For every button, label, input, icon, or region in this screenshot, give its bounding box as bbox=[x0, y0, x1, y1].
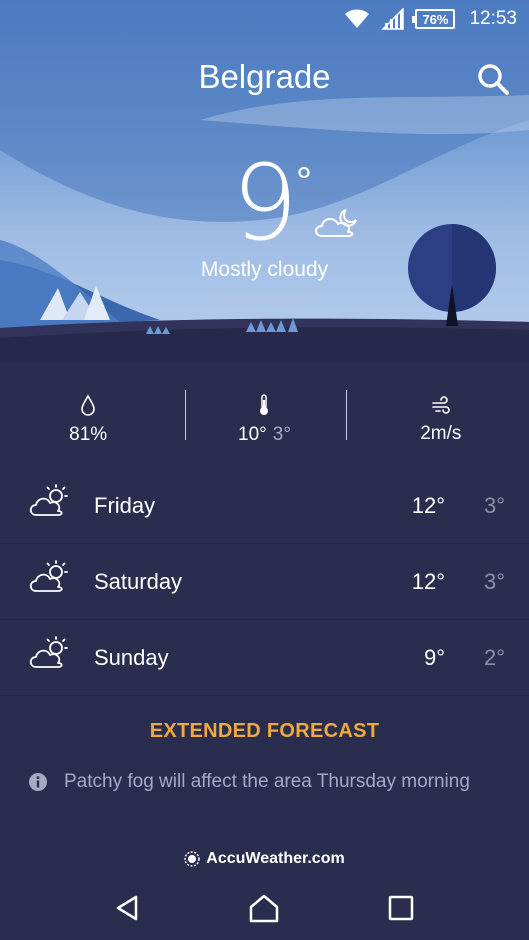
partly-sunny-icon bbox=[29, 484, 68, 516]
forecast-low: 3° bbox=[483, 568, 505, 594]
clock: 12:53 bbox=[469, 8, 517, 29]
wind-value: 2m/s bbox=[420, 423, 462, 444]
status-bar: 76% 12:53 bbox=[0, 0, 529, 38]
city-title[interactable]: Belgrade bbox=[0, 58, 529, 96]
signal-icon bbox=[381, 8, 405, 30]
sun-logo-icon bbox=[184, 851, 200, 867]
forecast-row-friday[interactable]: Friday 12° 3° bbox=[0, 468, 529, 544]
brand-text: AccuWeather.com bbox=[206, 850, 345, 867]
navigation-bar bbox=[0, 876, 529, 940]
forecast-high: 12° bbox=[411, 568, 445, 594]
info-icon bbox=[29, 773, 47, 791]
forecast-low: 2° bbox=[483, 644, 505, 670]
forecast-row-sunday[interactable]: Sunday 9° 2° bbox=[0, 620, 529, 696]
temp-high-value: 10° bbox=[238, 424, 267, 445]
recents-button[interactable] bbox=[376, 883, 426, 933]
home-icon bbox=[250, 894, 279, 923]
forecast-day: Friday bbox=[94, 492, 156, 518]
home-button[interactable] bbox=[239, 883, 289, 933]
weather-notice[interactable]: Patchy fog will affect the area Thursday… bbox=[28, 770, 508, 793]
stat-divider bbox=[185, 390, 186, 440]
degree-symbol: ° bbox=[296, 160, 312, 204]
accuweather-brand[interactable]: AccuWeather.com bbox=[0, 850, 529, 868]
forecast-day: Sunday bbox=[94, 644, 169, 670]
wind-stat: 2m/s bbox=[353, 372, 529, 468]
condition-text: Mostly cloudy bbox=[200, 258, 329, 281]
search-icon[interactable] bbox=[476, 62, 510, 96]
partly-sunny-icon bbox=[29, 560, 68, 592]
temperature-range-stat: 10° 3° bbox=[176, 372, 352, 468]
wifi-icon bbox=[345, 9, 370, 28]
daily-forecast-list: Friday 12° 3° Saturday 12° 3° Sunday 9° … bbox=[0, 468, 529, 696]
notice-text: Patchy fog will affect the area Thursday… bbox=[64, 771, 470, 792]
back-button[interactable] bbox=[103, 883, 153, 933]
forecast-day: Saturday bbox=[94, 568, 183, 594]
wind-icon bbox=[432, 396, 450, 414]
battery-indicator: 76% bbox=[412, 9, 456, 29]
recents-square-icon bbox=[388, 895, 414, 921]
forecast-row-saturday[interactable]: Saturday 12° 3° bbox=[0, 544, 529, 620]
humidity-value: 81% bbox=[69, 424, 108, 445]
cloud-moon-icon bbox=[315, 209, 357, 237]
forecast-low: 3° bbox=[483, 492, 505, 518]
extended-forecast-button[interactable]: EXTENDED FORECAST bbox=[0, 720, 529, 743]
droplet-icon bbox=[81, 394, 95, 416]
current-stats: 81% 10° 3° 2m/s bbox=[0, 372, 529, 468]
temp-low-value: 3° bbox=[272, 424, 291, 445]
humidity-stat: 81% bbox=[0, 372, 176, 468]
realfeel-text: RealFeel® 8° bbox=[213, 290, 316, 309]
forecast-high: 9° bbox=[423, 644, 445, 670]
back-triangle-icon bbox=[116, 895, 138, 921]
forecast-high: 12° bbox=[411, 492, 445, 518]
partly-sunny-icon bbox=[29, 636, 68, 668]
thermometer-icon bbox=[260, 394, 269, 415]
stat-divider bbox=[346, 390, 347, 440]
